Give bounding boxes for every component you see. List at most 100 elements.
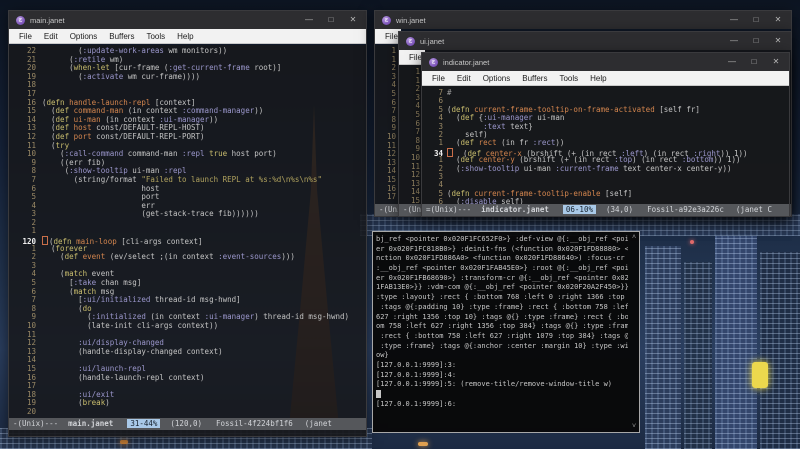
city-light [418, 442, 428, 446]
emacs-icon: ε [16, 15, 25, 25]
minimize-button[interactable]: — [298, 11, 320, 29]
code-editor[interactable]: 22 (:update-work-areas wm monitors)) 21 (… [9, 45, 366, 418]
menu-item[interactable]: Edit [451, 71, 477, 86]
window-title: win.janet [396, 15, 426, 25]
code-line: 3 [425, 172, 789, 181]
city-light [690, 240, 694, 244]
code-line: 13 (handle-display-changed context) [12, 346, 366, 357]
code-line: 20 [12, 406, 366, 417]
menu-item[interactable]: Edit [38, 29, 64, 44]
terminal-line: om 758 :left 627 :right 1356 :top 384} :… [376, 322, 628, 331]
code-line: 10 (late-init cli-args context)) [12, 321, 366, 331]
buffer-name: main.janet [68, 419, 114, 428]
code-line: 2 [12, 218, 366, 228]
code-text: (handle-display-changed context) [42, 346, 223, 356]
minimize-button[interactable]: — [723, 11, 745, 29]
terminal-line: ow} [376, 351, 389, 360]
window-indicator-janet: ε indicator.janet — □ ✕ File Edit Options B… [421, 52, 790, 217]
emacs-icon: ε [429, 57, 438, 67]
scroll-up-icon[interactable]: ˄ [632, 234, 636, 241]
line-number: 1 [31, 226, 36, 236]
desktop: ε main.janet — □ ✕ File Edit Options Buffer… [0, 0, 800, 449]
terminal-line: er 0x020F1FC818B0>} :deinit-fns (<functi… [376, 244, 628, 253]
menubar: File Edit Options Buffers Tools Help [422, 71, 789, 86]
code-text: (late-init cli-args context)) [42, 321, 219, 330]
building [645, 246, 681, 449]
terminal-line: [127.0.0.1:9999]:6: [376, 399, 457, 408]
minimize-button[interactable]: — [723, 32, 745, 50]
line-number: 17 [386, 192, 396, 202]
code-line: 2 (def event (ev/select ;(in context :ev… [12, 252, 366, 262]
close-button[interactable]: ✕ [767, 11, 789, 29]
terminal-line: 627 :right 1356 :top 10} :tags @{} :type… [376, 312, 628, 321]
maximize-button[interactable]: □ [743, 53, 765, 71]
terminal-line: :rect { :bottom 758 :left 627 :right 107… [376, 331, 628, 340]
close-button[interactable]: ✕ [767, 32, 789, 50]
titlebar[interactable]: ε win.janet — □ ✕ [375, 11, 791, 29]
mode-indicator: (janet C [735, 205, 772, 214]
code-text: (def rect (in fr :rect)) [447, 138, 565, 148]
terminal-scrollbar[interactable]: ˄ ˅ [629, 232, 639, 432]
menu-item[interactable]: Tools [553, 71, 584, 86]
code-line: 1 [12, 227, 366, 236]
titlebar[interactable]: ε indicator.janet — □ ✕ [422, 53, 789, 71]
code-line: 16 (handle-launch-repl context) [12, 372, 366, 383]
menu-item[interactable]: Help [171, 29, 199, 44]
code-editor[interactable]: 7 #6 5 (defn current-frame-tooltip-on-frame… [422, 87, 789, 204]
code-text: (:activate wm cur-frame)))) [42, 71, 201, 81]
position-indicator: (120,0) [170, 419, 203, 428]
minimize-button[interactable]: — [721, 53, 743, 71]
menu-item[interactable]: Options [64, 29, 104, 44]
terminal-line: :tags @{:padding 10} :type :frame} :rect… [376, 302, 628, 311]
percent-indicator: 06-10% [562, 205, 596, 214]
echo-area [9, 430, 366, 436]
terminal-line: er 0x020F1FB68690>} :transform-cr @{:__o… [376, 273, 628, 282]
emacs-icon: ε [406, 36, 415, 46]
terminal-line: :__obj_ref <pointer 0x020F1FAB45E0>} :ro… [376, 264, 628, 273]
maximize-button[interactable]: □ [745, 32, 767, 50]
maximize-button[interactable]: □ [320, 11, 342, 29]
close-button[interactable]: ✕ [342, 11, 364, 29]
code-line: 1 (def rect (in fr :rect)) [425, 138, 789, 148]
code-text: (def event (ev/select ;(in context :even… [42, 252, 295, 262]
vcs-indicator: Fossil-a92e3a226c [647, 205, 724, 214]
percent-indicator: 31-44% [127, 419, 161, 428]
billboard-light [752, 362, 768, 388]
menu-item[interactable]: Buffers [516, 71, 553, 86]
mode-indicator: (janet [304, 419, 332, 428]
terminal-line: bj_ref <pointer 0x020F1FC652F0>} :def-vi… [376, 235, 628, 243]
vcs-indicator: Fossil-4f224bf1f6 [216, 419, 293, 428]
terminal-line: [127.0.0.1:9999]:3: [376, 360, 457, 369]
code-text: (handle-launch-repl context) [42, 372, 205, 382]
scroll-down-icon[interactable]: ˅ [632, 423, 636, 430]
modeline: -(Unix)--- main.janet 31-44% (120,0) Fossil-… [9, 418, 366, 430]
terminal-line [376, 390, 628, 400]
code-line: 18 [12, 81, 366, 90]
titlebar[interactable]: ε ui.janet — □ ✕ [399, 32, 791, 50]
terminal-output: bj_ref <pointer 0x020F1FC652F0>} :def-vi… [376, 235, 628, 430]
code-line: 2 (:show-tooltip ui-man :current-frame t… [425, 163, 789, 173]
menu-item[interactable]: File [13, 29, 38, 44]
terminal-line: [127.0.0.1:9999]:5: (remove-title/remove… [376, 380, 613, 389]
code-text: (:show-tooltip ui-man :current-frame tex… [447, 163, 732, 173]
menu-item[interactable]: Buffers [103, 29, 140, 44]
maximize-button[interactable]: □ [745, 11, 767, 29]
modeline-prefix: -(Unix)--- [13, 419, 59, 428]
menu-item[interactable]: File [426, 71, 451, 86]
menu-item[interactable]: Help [584, 71, 612, 86]
window-title: indicator.janet [443, 57, 490, 67]
menubar: File Edit Options Buffers Tools Help [9, 29, 366, 44]
terminal-line: 1FAB13E0>}} :vdm-com @{:__obj_ref <point… [376, 283, 628, 292]
code-line: 19 (break) [12, 399, 366, 408]
titlebar[interactable]: ε main.janet — □ ✕ [9, 11, 366, 29]
building [715, 234, 757, 449]
terminal-window[interactable]: bj_ref <pointer 0x020F1FC652F0>} :def-vi… [372, 231, 640, 433]
line-number: 1 [438, 138, 443, 148]
line-number: 20 [26, 406, 36, 416]
menu-item[interactable]: Options [477, 71, 517, 86]
terminal-line: :type :frame} :tags @{:anchor :center :m… [376, 341, 628, 350]
window-title: main.janet [30, 15, 65, 25]
emacs-icon: ε [382, 15, 391, 25]
close-button[interactable]: ✕ [765, 53, 787, 71]
menu-item[interactable]: Tools [140, 29, 171, 44]
